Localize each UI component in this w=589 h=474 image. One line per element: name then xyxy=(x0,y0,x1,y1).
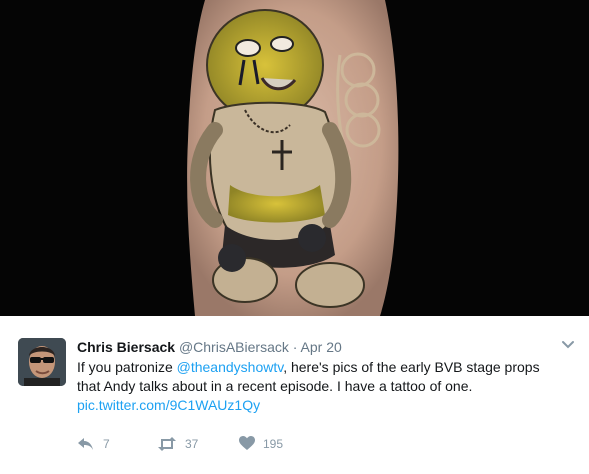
tattoo-image xyxy=(0,0,589,316)
tweet-date[interactable]: Apr 20 xyxy=(301,339,342,355)
text-line1-rest: , here's pics of the early BVB stage pro… xyxy=(283,359,540,375)
reply-count: 7 xyxy=(103,437,110,451)
text-before-mention: If you patronize xyxy=(77,359,177,375)
chevron-down-icon[interactable] xyxy=(561,340,575,350)
mention-link[interactable]: @theandyshowtv xyxy=(177,359,284,375)
text-line2: that Andy talks about in a recent episod… xyxy=(77,378,473,394)
separator: · xyxy=(292,339,298,355)
tweet-header: Chris Biersack @ChrisABiersack · Apr 20 xyxy=(77,338,342,356)
avatar[interactable] xyxy=(18,338,66,386)
author-name[interactable]: Chris Biersack xyxy=(77,339,175,355)
author-handle[interactable]: @ChrisABiersack xyxy=(179,339,289,355)
like-count: 195 xyxy=(263,436,284,451)
reply-button[interactable]: 7 xyxy=(77,436,110,452)
pic-link[interactable]: pic.twitter.com/9C1WAUz1Qy xyxy=(77,397,260,413)
heart-icon xyxy=(239,436,255,450)
reply-icon xyxy=(78,438,93,450)
like-button[interactable]: 195 xyxy=(239,436,283,451)
retweet-icon xyxy=(158,437,176,451)
retweet-count: 37 xyxy=(185,437,199,451)
tweet-text: If you patronize @theandyshowtv, here's … xyxy=(77,358,572,415)
tweet-card: Chris Biersack @ChrisABiersack · Apr 20 … xyxy=(0,316,589,474)
retweet-button[interactable]: 37 xyxy=(157,436,198,452)
tweet-photo[interactable] xyxy=(0,0,589,316)
